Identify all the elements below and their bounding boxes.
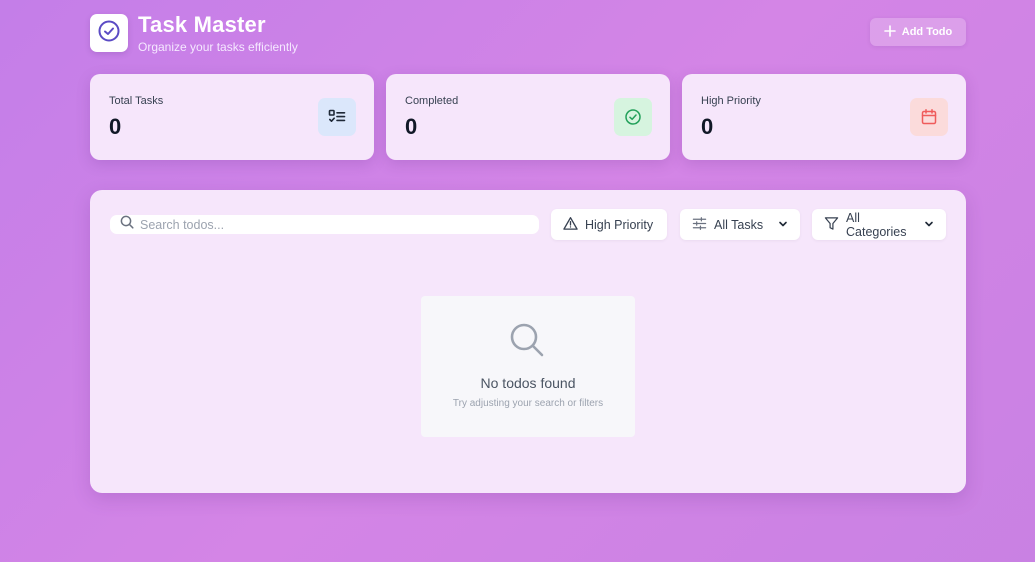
check-circle-icon [614, 98, 652, 136]
warning-icon [563, 216, 578, 234]
stat-label: Completed [405, 95, 459, 107]
stat-label: Total Tasks [109, 95, 164, 107]
search-box[interactable] [110, 215, 539, 234]
high-priority-filter-button[interactable]: High Priority [551, 209, 667, 240]
calendar-icon [910, 98, 948, 136]
add-todo-button[interactable]: Add Todo [870, 18, 966, 46]
app-logo [90, 14, 128, 52]
sliders-icon [692, 216, 707, 234]
search-input[interactable] [140, 217, 520, 232]
stat-value: 0 [405, 114, 418, 139]
app-subtitle: Organize your tasks efficiently [138, 40, 298, 54]
status-filter-select[interactable]: All Tasks [680, 209, 800, 240]
search-icon [120, 215, 134, 234]
check-circle-icon [97, 19, 121, 48]
high-priority-filter-label: High Priority [585, 217, 654, 232]
stat-card-total: Total Tasks 0 [90, 74, 374, 160]
empty-state-title: No todos found [480, 375, 576, 391]
empty-state-subtitle: Try adjusting your search or filters [452, 398, 604, 409]
stat-label: High Priority [701, 95, 761, 107]
category-filter-value: All Categories [846, 210, 907, 239]
todo-panel: High Priority All Tasks All Categories [90, 190, 966, 493]
category-filter-select[interactable]: All Categories [812, 209, 946, 240]
empty-state: No todos found Try adjusting your search… [421, 296, 635, 437]
stat-card-high-priority: High Priority 0 [682, 74, 966, 160]
plus-icon [883, 24, 896, 40]
stat-value: 0 [701, 114, 714, 139]
list-check-icon [318, 98, 356, 136]
search-icon [509, 322, 545, 363]
filter-icon [824, 216, 839, 234]
chevron-down-icon [924, 218, 934, 232]
chevron-down-icon [778, 218, 788, 232]
app-header: Task Master Organize your tasks efficien… [90, 12, 966, 56]
app-title: Task Master [138, 12, 266, 37]
status-filter-value: All Tasks [714, 217, 764, 232]
stats-row: Total Tasks 0 Completed 0 High Priority … [90, 74, 966, 160]
stat-card-completed: Completed 0 [386, 74, 670, 160]
add-todo-label: Add Todo [901, 26, 953, 38]
stat-value: 0 [109, 114, 122, 139]
